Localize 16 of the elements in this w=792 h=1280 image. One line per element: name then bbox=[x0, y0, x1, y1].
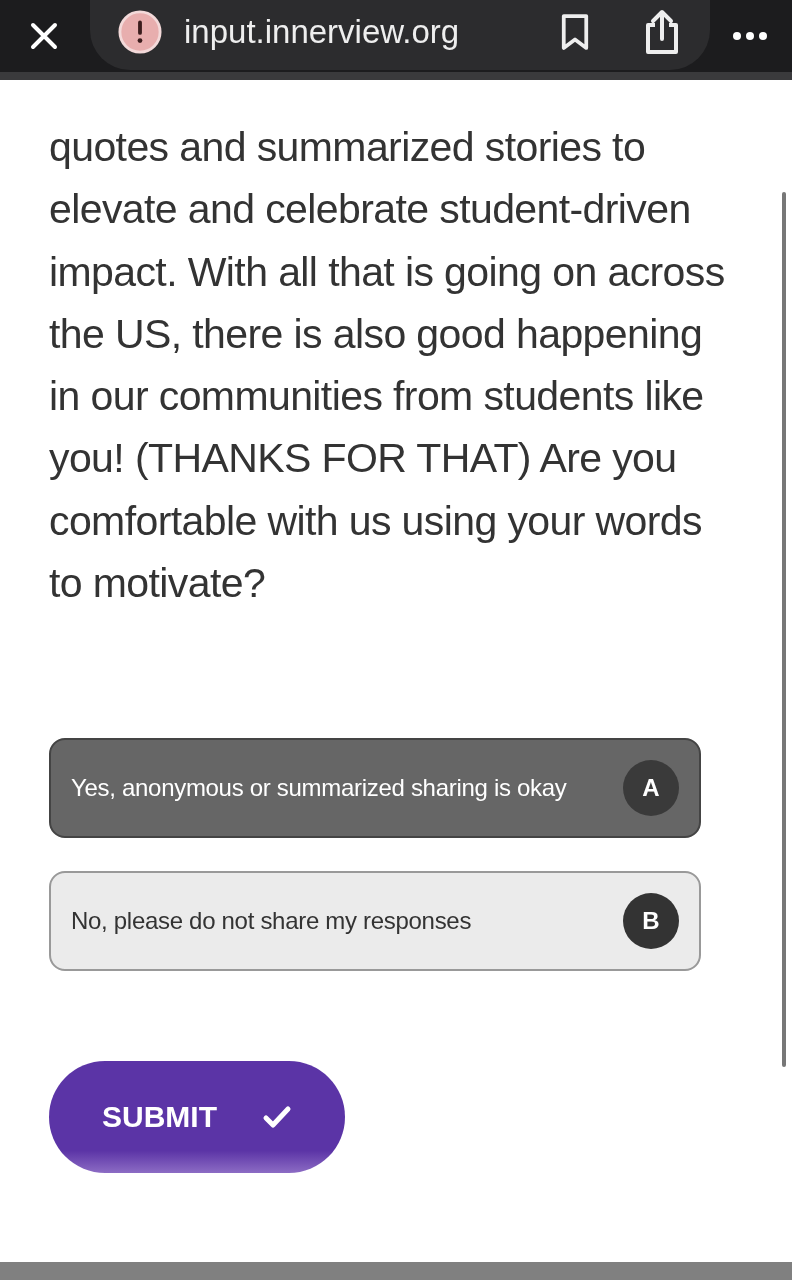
submit-button[interactable]: SUBMIT bbox=[49, 1061, 345, 1174]
option-label: No, please do not share my responses bbox=[71, 907, 472, 936]
option-label: Yes, anonymous or summarized sharing is okay bbox=[71, 774, 567, 803]
check-icon bbox=[262, 1105, 292, 1130]
answer-option[interactable]: No, please do not share my responses B bbox=[49, 871, 701, 972]
close-icon[interactable] bbox=[28, 20, 60, 52]
answer-option[interactable]: Yes, anonymous or summarized sharing is okay A bbox=[49, 738, 701, 839]
warning-icon bbox=[118, 10, 162, 54]
url-text: input.innerview.org bbox=[184, 13, 461, 51]
question-text: quotes and summarized stories to elevate and celebrate student-driven impact. With all that is going on across the US, there is also good happening in our communities from students like you! (THANKS FOR THAT) Are you comfortable with us using your words to motivate? bbox=[49, 123, 726, 609]
scrollbar[interactable] bbox=[782, 192, 786, 1067]
bookmark-icon[interactable] bbox=[560, 13, 590, 51]
address-bar[interactable]: input.innerview.org bbox=[90, 0, 710, 70]
more-icon[interactable] bbox=[732, 31, 768, 41]
option-key-badge: B bbox=[623, 893, 679, 950]
option-key-badge: A bbox=[623, 760, 679, 817]
